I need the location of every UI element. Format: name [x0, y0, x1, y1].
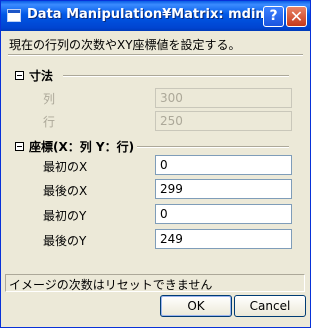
close-button[interactable]: ✕ — [286, 6, 307, 27]
dimensions-collapse-icon[interactable] — [15, 71, 24, 80]
dialog-window: Data Manipulation¥Matrix: mdim ? ✕ 現在の行列… — [0, 0, 311, 328]
window-title: Data Manipulation¥Matrix: mdim — [27, 7, 269, 22]
xmax-field[interactable]: 299 — [155, 179, 292, 199]
xmin-field[interactable]: 0 — [155, 155, 292, 175]
help-button[interactable]: ? — [263, 6, 284, 27]
xmin-label: 最初のX — [43, 160, 88, 174]
coordinates-section-title: 座標(X：列 Y：行) — [29, 140, 135, 154]
xmax-label: 最後のX — [43, 184, 88, 198]
ok-button[interactable]: OK — [160, 295, 232, 317]
cancel-button[interactable]: Cancel — [234, 295, 306, 317]
status-bar: イメージの次数はリセットできません — [5, 274, 305, 292]
ymin-field[interactable]: 0 — [155, 204, 292, 224]
title-bar[interactable]: Data Manipulation¥Matrix: mdim ? ✕ — [1, 1, 310, 31]
rows-field: 250 — [155, 111, 292, 131]
rows-label: 行 — [43, 115, 56, 129]
columns-field: 300 — [155, 88, 292, 108]
coordinates-collapse-icon[interactable] — [15, 142, 24, 151]
description-divider — [8, 54, 303, 56]
description-text: 現在の行列の次数やXY座標値を設定する。 — [9, 38, 241, 52]
dimensions-section-title: 寸法 — [29, 69, 54, 83]
coordinates-section-rule — [137, 146, 289, 148]
columns-label: 列 — [43, 92, 56, 106]
dimensions-section-rule — [63, 75, 289, 77]
window-icon — [7, 9, 21, 22]
ymax-label: 最後のY — [43, 234, 87, 248]
ymin-label: 最初のY — [43, 209, 87, 223]
ymax-field[interactable]: 249 — [155, 229, 292, 249]
